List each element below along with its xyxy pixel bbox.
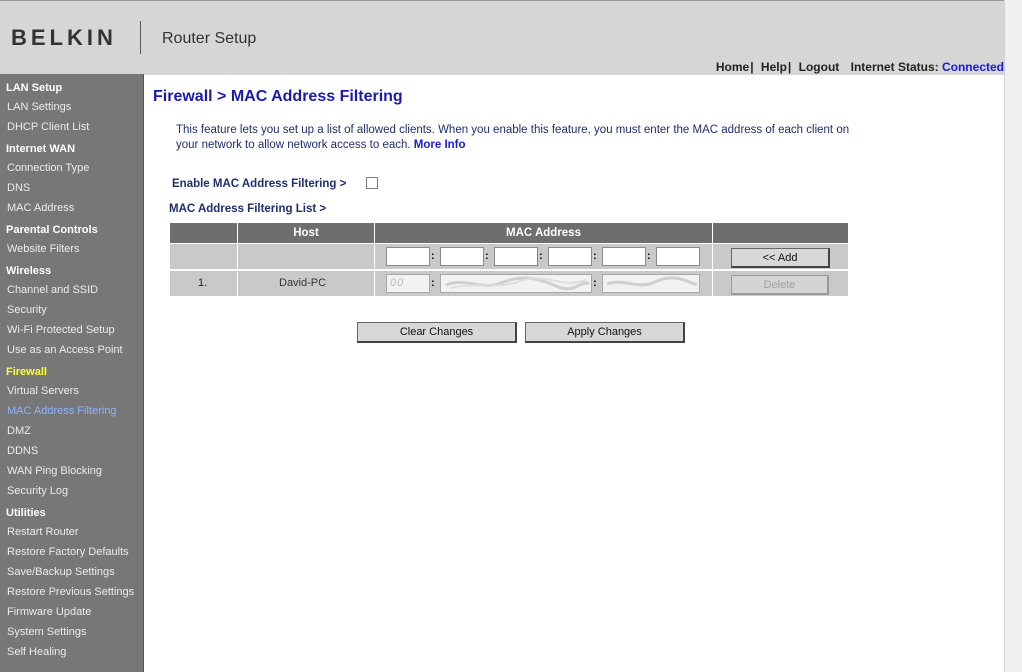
mac-input-row: : : : : : << Add [170, 244, 848, 269]
sidebar-item-connection-type[interactable]: Connection Type [7, 162, 89, 174]
sidebar-item-lan-settings[interactable]: LAN Settings [7, 101, 71, 113]
internet-status-value: Connected [941, 60, 1004, 74]
colon-separator: : [431, 250, 435, 262]
top-links: Home| Help| Logout Internet Status: Conn… [716, 60, 1004, 74]
sidebar-item-dmz[interactable]: DMZ [7, 425, 31, 437]
internet-status-label: Internet Status: [850, 60, 939, 74]
colon-separator: : [593, 250, 597, 262]
sidebar-item-firmware-update[interactable]: Firmware Update [7, 606, 91, 618]
help-link[interactable]: Help [761, 60, 787, 74]
cell-divider [374, 244, 375, 269]
product-title: Router Setup [162, 30, 257, 47]
page-title: Firewall > MAC Address Filtering [153, 88, 403, 105]
sidebar-item-system-settings[interactable]: System Settings [7, 626, 86, 638]
mac-octet-input-6[interactable] [656, 247, 700, 266]
sidebar-section-internet-wan: Internet WAN [6, 143, 76, 155]
sidebar-section-wireless: Wireless [6, 265, 52, 277]
logout-link[interactable]: Logout [799, 60, 840, 74]
feature-description: This feature lets you set up a list of a… [176, 123, 866, 153]
page-scrollbar[interactable] [1004, 0, 1022, 672]
belkin-logo: BELKIN [11, 25, 117, 50]
mac-octet-input-1[interactable] [386, 247, 430, 266]
sidebar-item-ddns[interactable]: DDNS [7, 445, 38, 457]
mac-octet-input-2[interactable] [440, 247, 484, 266]
row-number: 1. [198, 277, 208, 289]
table-header-action [713, 223, 848, 243]
sidebar-item-channel-ssid[interactable]: Channel and SSID [7, 284, 98, 296]
apply-changes-button[interactable]: Apply Changes [525, 322, 685, 343]
cell-divider [374, 271, 375, 296]
cell-divider [712, 244, 713, 269]
cell-divider [237, 244, 238, 269]
sidebar-section-parental-controls: Parental Controls [6, 224, 98, 236]
enable-mac-filtering-label: Enable MAC Address Filtering > [172, 178, 347, 190]
sidebar-section-lan-setup: LAN Setup [6, 82, 63, 94]
table-header-num [170, 223, 237, 243]
cell-divider [237, 271, 238, 296]
sidebar-item-restore-factory-defaults[interactable]: Restore Factory Defaults [7, 546, 129, 558]
sidebar-item-dhcp-client-list[interactable]: DHCP Client List [7, 121, 89, 133]
mac-filter-table: Host MAC Address : : : : : << Add 1. Dav… [170, 223, 848, 297]
colon-separator: : [539, 250, 543, 262]
filtering-list-label: MAC Address Filtering List > [169, 203, 327, 215]
sidebar-section-firewall: Firewall [6, 366, 47, 378]
sidebar-item-website-filters[interactable]: Website Filters [7, 243, 80, 255]
enable-mac-filtering-checkbox[interactable] [366, 177, 378, 189]
sidebar-item-wifi-protected-setup[interactable]: Wi-Fi Protected Setup [7, 324, 115, 336]
mac-octet-input-5[interactable] [602, 247, 646, 266]
sidebar-section-utilities: Utilities [6, 507, 46, 519]
mac-octet-readonly-1: 00 [386, 274, 430, 293]
link-separator: | [750, 60, 754, 74]
description-text: This feature lets you set up a list of a… [176, 124, 850, 151]
home-link[interactable]: Home [716, 60, 749, 74]
sidebar-nav: LAN Setup LAN Settings DHCP Client List … [0, 74, 144, 672]
mac-octet-readonly-obscured-2 [602, 274, 700, 293]
main-content: Firewall > MAC Address Filtering This fe… [143, 74, 1004, 672]
mac-octet-value: 00 [390, 277, 405, 289]
sidebar-item-mac-address[interactable]: MAC Address [7, 202, 74, 214]
sidebar-item-mac-address-filtering[interactable]: MAC Address Filtering [7, 405, 116, 417]
sidebar-item-dns[interactable]: DNS [7, 182, 30, 194]
colon-separator: : [593, 277, 597, 289]
sidebar-item-access-point[interactable]: Use as an Access Point [7, 344, 123, 356]
colon-separator: : [485, 250, 489, 262]
mac-octet-input-3[interactable] [494, 247, 538, 266]
table-row: 1. David-PC 00 : : Delete [170, 271, 848, 296]
sidebar-item-restart-router[interactable]: Restart Router [7, 526, 79, 538]
sidebar-item-save-backup-settings[interactable]: Save/Backup Settings [7, 566, 115, 578]
delete-entry-button[interactable]: Delete [731, 275, 829, 295]
header-bar: BELKIN Router Setup Home| Help| Logout I… [0, 0, 1004, 75]
row-host-name: David-PC [279, 277, 327, 289]
sidebar-item-security-log[interactable]: Security Log [7, 485, 68, 497]
logo-divider [140, 21, 141, 54]
clear-changes-button[interactable]: Clear Changes [357, 322, 517, 343]
add-mac-button[interactable]: << Add [731, 248, 830, 268]
colon-separator: : [431, 277, 435, 289]
link-separator: | [787, 60, 792, 74]
more-info-link[interactable]: More Info [414, 139, 466, 151]
table-header-mac-address: MAC Address [375, 223, 712, 243]
table-header-host: Host [238, 223, 374, 243]
sidebar-item-wan-ping-blocking[interactable]: WAN Ping Blocking [7, 465, 102, 477]
mac-octet-input-4[interactable] [548, 247, 592, 266]
mac-octet-readonly-obscured [440, 274, 592, 293]
sidebar-item-self-healing[interactable]: Self Healing [7, 646, 66, 658]
sidebar-item-wireless-security[interactable]: Security [7, 304, 47, 316]
colon-separator: : [647, 250, 651, 262]
obscured-mac-graphic [606, 276, 698, 287]
cell-divider [712, 271, 713, 296]
sidebar-item-restore-previous-settings[interactable]: Restore Previous Settings [7, 586, 134, 598]
sidebar-item-virtual-servers[interactable]: Virtual Servers [7, 385, 79, 397]
obscured-mac-graphic [445, 276, 590, 291]
